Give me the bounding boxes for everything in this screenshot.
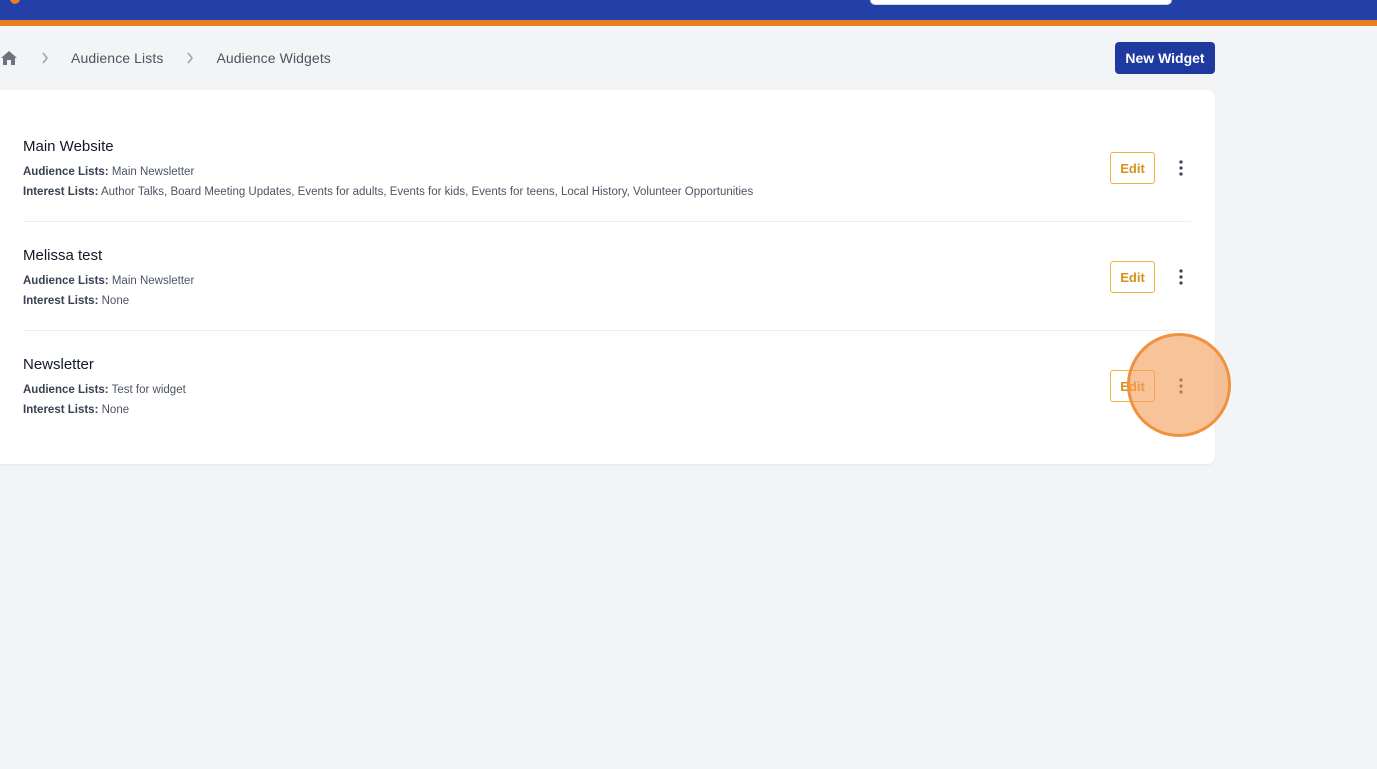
widget-interest-lists: Interest Lists: None [23,403,129,417]
interest-lists-value: None [101,295,130,307]
audience-lists-value: Main Newsletter [111,275,195,287]
edit-button[interactable]: Edit [1110,261,1155,293]
more-vertical-icon[interactable] [1171,152,1191,184]
breadcrumb-audience-widgets[interactable]: Audience Widgets [216,50,330,66]
edit-button[interactable]: Edit [1110,370,1155,402]
home-icon[interactable] [0,49,18,67]
widget-audience-lists: Audience Lists: Main Newsletter [23,274,194,288]
new-widget-button[interactable]: New Widget [1115,42,1215,74]
row-divider [23,330,1191,331]
widget-name: Newsletter [23,356,94,373]
more-vertical-icon[interactable] [1171,261,1191,293]
widget-row: Melissa test Audience Lists: Main Newsle… [23,247,1191,356]
more-vertical-icon[interactable] [1171,370,1191,402]
interest-lists-value: None [101,404,130,416]
widget-name: Melissa test [23,247,103,264]
widget-row: Newsletter Audience Lists: Test for widg… [23,356,1191,465]
audience-lists-label: Audience Lists: [23,275,109,287]
interest-lists-label: Interest Lists: [23,295,99,307]
top-nav-bar [0,0,1377,20]
widget-interest-lists: Interest Lists: Author Talks, Board Meet… [23,185,753,199]
widgets-list-card: Main Website Audience Lists: Main Newsle… [0,90,1215,464]
widget-audience-lists: Audience Lists: Test for widget [23,383,186,397]
breadcrumb: Audience Lists Audience Widgets [0,44,331,72]
chevron-right-icon [36,49,54,67]
widget-audience-lists: Audience Lists: Main Newsletter [23,165,194,179]
top-nav-accent-stripe [0,20,1377,26]
widget-name: Main Website [23,138,114,155]
chevron-right-icon [181,49,199,67]
audience-lists-label: Audience Lists: [23,166,109,178]
interest-lists-label: Interest Lists: [23,404,99,416]
widget-row: Main Website Audience Lists: Main Newsle… [23,138,1191,247]
audience-lists-label: Audience Lists: [23,384,109,396]
interest-lists-value: Author Talks, Board Meeting Updates, Eve… [100,186,754,198]
breadcrumb-audience-lists[interactable]: Audience Lists [71,50,163,66]
app-logo[interactable] [10,0,20,4]
audience-lists-value: Test for widget [111,384,186,396]
interest-lists-label: Interest Lists: [23,186,99,198]
widget-interest-lists: Interest Lists: None [23,294,129,308]
audience-lists-value: Main Newsletter [111,166,195,178]
global-search-input[interactable] [870,0,1172,5]
row-divider [23,221,1191,222]
edit-button[interactable]: Edit [1110,152,1155,184]
